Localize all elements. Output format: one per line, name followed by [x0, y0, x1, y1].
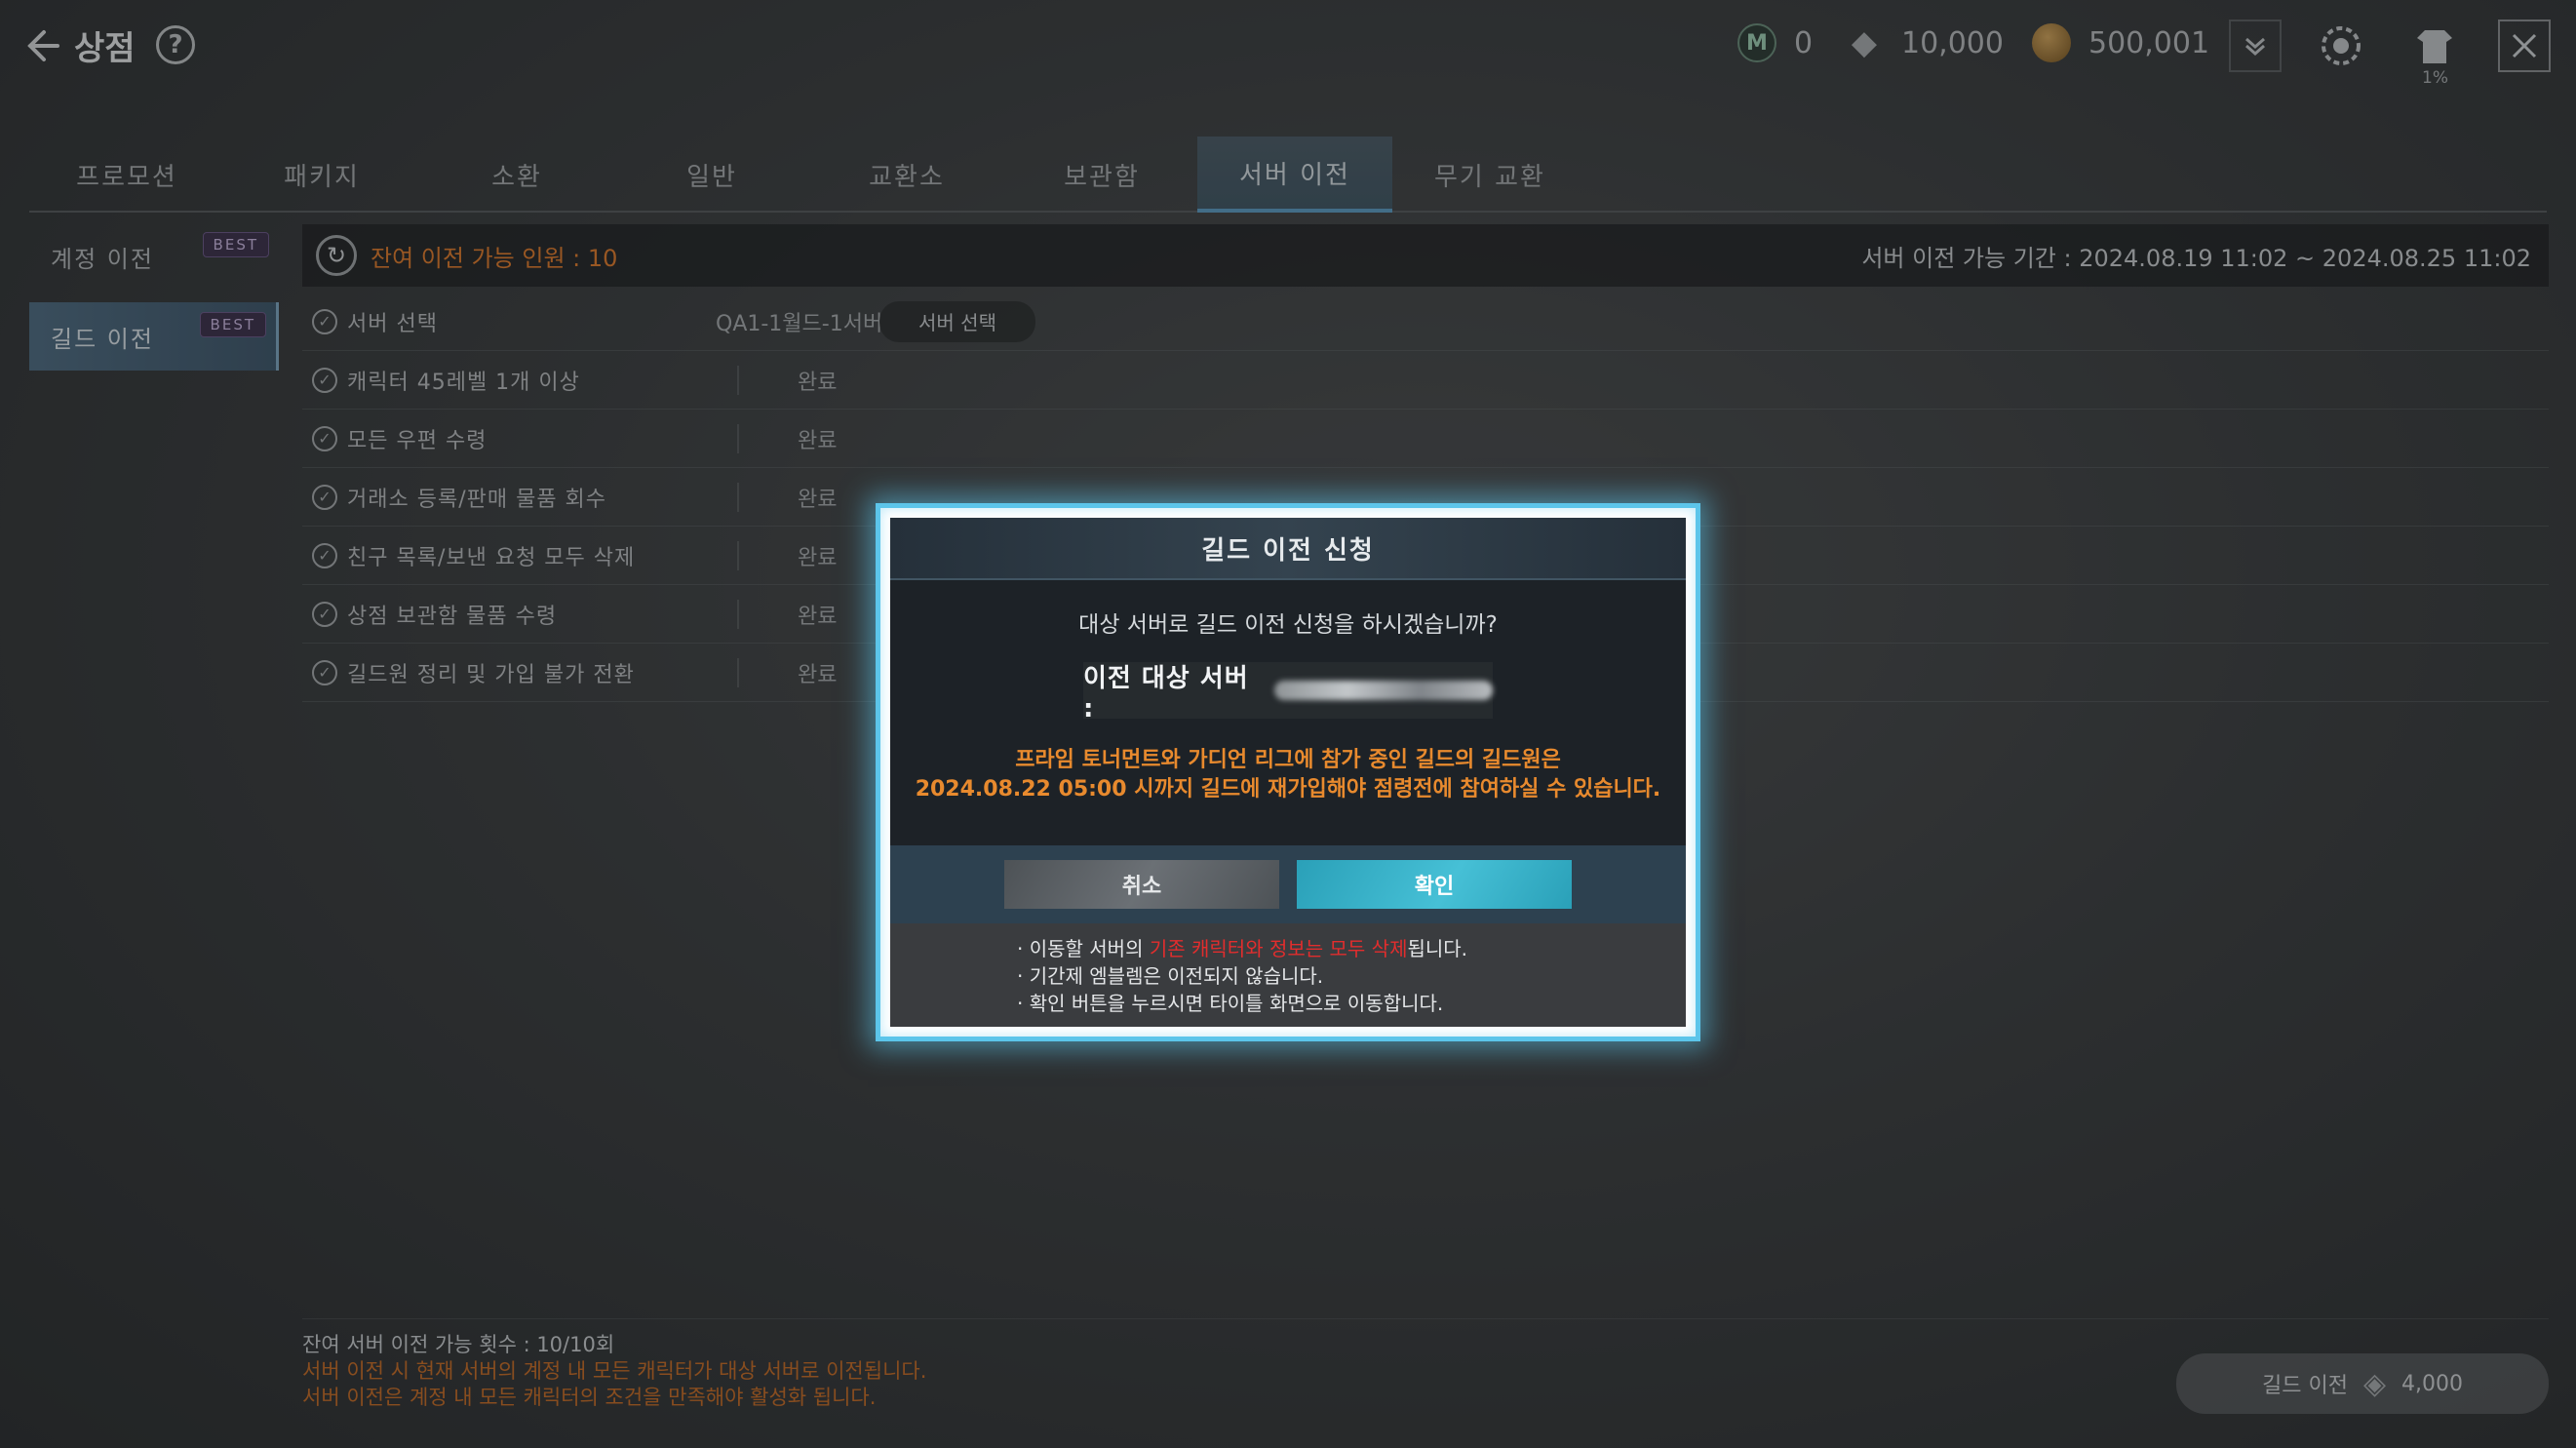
- cancel-button[interactable]: 취소: [1004, 860, 1279, 909]
- remaining-transfer-count: 잔여 서버 이전 가능 횟수 : 10/10회: [302, 1333, 615, 1356]
- requirement-label: 거래소 등록/판매 물품 회수: [347, 487, 607, 512]
- tab-summon[interactable]: 소환: [419, 137, 614, 213]
- currency-m-coin: M 0: [1737, 23, 1813, 62]
- costume-percent: 1%: [2422, 68, 2448, 88]
- best-badge: BEST: [202, 232, 269, 257]
- confirm-button[interactable]: 확인: [1297, 860, 1572, 909]
- best-badge: BEST: [199, 312, 266, 337]
- note-highlight: 기존 캐릭터와 정보는 모두 삭제: [1149, 937, 1408, 960]
- tab-exchange[interactable]: 교환소: [809, 137, 1004, 213]
- list-item: ✓ 모든 우편 수령 완료: [302, 410, 2549, 468]
- dialog-notes: · 이동할 서버의 기존 캐릭터와 정보는 모두 삭제됩니다. · 기간제 엠블…: [890, 923, 1686, 1027]
- tab-promotion[interactable]: 프로모션: [29, 137, 224, 213]
- currency-value: 10,000: [1901, 25, 2004, 60]
- back-arrow-icon[interactable]: [18, 20, 66, 72]
- dialog-warning: 프라임 토너먼트와 가디언 리그에 참가 중인 길드의 길드원은 2024.08…: [890, 746, 1686, 804]
- warning-line: 프라임 토너먼트와 가디언 리그에 참가 중인 길드의 길드원은: [1015, 748, 1561, 772]
- note-item: · 이동할 서버의 기존 캐릭터와 정보는 모두 삭제됩니다.: [890, 935, 1686, 962]
- divider: [302, 1318, 2549, 1319]
- check-circle-icon: ✓: [312, 601, 337, 627]
- guild-transfer-button[interactable]: 길드 이전 ◈ 4,000: [2176, 1353, 2549, 1414]
- requirement-label: 친구 목록/보낸 요청 모두 삭제: [347, 545, 636, 570]
- close-icon[interactable]: [2498, 20, 2551, 72]
- shop-tabs: 프로모션 패키지 소환 일반 교환소 보관함 서버 이전 무기 교환: [29, 137, 2547, 213]
- requirement-status: 완료: [798, 428, 838, 453]
- refresh-icon[interactable]: ↻: [316, 235, 357, 276]
- tab-general[interactable]: 일반: [614, 137, 809, 213]
- transfer-period: 서버 이전 가능 기간 : 2024.08.19 11:02 ~ 2024.08…: [1861, 244, 2531, 272]
- m-coin-icon: M: [1737, 23, 1776, 62]
- divider: [737, 599, 739, 629]
- sidebar-item-account-transfer[interactable]: 계정 이전 BEST: [29, 222, 279, 291]
- currency-diamond: ◆ 10,000: [1845, 23, 2004, 62]
- check-circle-icon: ✓: [312, 542, 337, 568]
- tab-weapon-exchange[interactable]: 무기 교환: [1392, 137, 1587, 213]
- divider: [737, 482, 739, 512]
- requirement-label: 상점 보관함 물품 수령: [347, 604, 558, 629]
- guild-transfer-price: 4,000: [2401, 1371, 2464, 1396]
- divider: [737, 423, 739, 453]
- note-item: · 기간제 엠블렘은 이전되지 않습니다.: [1017, 964, 1324, 988]
- currency-value: 0: [1794, 25, 1814, 60]
- page-title: 상점: [74, 29, 136, 68]
- note-item: · 확인 버튼을 누르시면 타이틀 화면으로 이동합니다.: [1017, 992, 1444, 1015]
- diamond-icon: ◆: [1851, 23, 1878, 62]
- divider: [737, 540, 739, 570]
- divider: [737, 365, 739, 395]
- warning-line: 2024.08.22 05:00 시까지 길드에 재가입해야 점령전에 참여하실…: [915, 777, 1661, 802]
- footer-info: 잔여 서버 이전 가능 횟수 : 10/10회 서버 이전 시 현재 서버의 계…: [302, 1332, 926, 1411]
- divider: [737, 657, 739, 687]
- sidebar-item-label: 길드 이전: [51, 325, 154, 353]
- hud-icon[interactable]: [2315, 20, 2367, 72]
- costume-icon[interactable]: [2408, 20, 2461, 72]
- requirement-label: 서버 선택: [347, 311, 438, 336]
- blurred-server-name: [1274, 681, 1493, 700]
- footer-warning: 서버 이전은 계정 내 모든 캐릭터의 조건을 만족해야 활성화 됩니다.: [302, 1386, 877, 1409]
- diamond-icon: ◈: [2362, 1366, 2387, 1401]
- target-server-box: 이전 대상 서버 :: [1083, 662, 1493, 724]
- note-text: 됩니다.: [1407, 937, 1468, 960]
- tab-package[interactable]: 패키지: [224, 137, 419, 213]
- check-circle-icon: ✓: [312, 425, 337, 451]
- sidebar: 계정 이전 BEST 길드 이전 BEST: [29, 222, 279, 382]
- expand-chevron-icon[interactable]: [2229, 20, 2282, 72]
- remaining-count: 잔여 이전 가능 인원 : 10: [371, 244, 618, 272]
- list-item: ✓ 서버 선택 QA1-1월드-1서버 서버 선택: [302, 293, 2549, 351]
- currency-gold: 500,001: [2032, 23, 2209, 62]
- target-server-label: 이전 대상 서버 :: [1083, 663, 1249, 724]
- sidebar-item-guild-transfer[interactable]: 길드 이전 BEST: [29, 302, 279, 371]
- dialog-question: 대상 서버로 길드 이전 신청을 하시겠습니까?: [1078, 612, 1498, 638]
- help-icon[interactable]: ?: [156, 25, 195, 64]
- status-bar: ↻ 잔여 이전 가능 인원 : 10 서버 이전 가능 기간 : 2024.08…: [302, 224, 2549, 287]
- requirement-label: 모든 우편 수령: [347, 428, 488, 453]
- sidebar-item-label: 계정 이전: [51, 245, 154, 273]
- currency-value: 500,001: [2088, 25, 2210, 60]
- footer-warning: 서버 이전 시 현재 서버의 계정 내 모든 캐릭터가 대상 서버로 이전됩니다…: [302, 1359, 927, 1383]
- check-circle-icon: ✓: [312, 484, 337, 510]
- guild-transfer-label: 길드 이전: [2261, 1374, 2348, 1398]
- gold-coin-icon: [2032, 23, 2071, 62]
- check-circle-icon: ✓: [312, 659, 337, 685]
- dialog-title: 길드 이전 신청: [890, 518, 1686, 580]
- guild-transfer-dialog: 길드 이전 신청 대상 서버로 길드 이전 신청을 하시겠습니까? 이전 대상 …: [876, 503, 1700, 1041]
- list-item: ✓ 캐릭터 45레벨 1개 이상 완료: [302, 351, 2549, 410]
- tab-storage[interactable]: 보관함: [1004, 137, 1199, 213]
- requirement-status: 완료: [798, 370, 838, 395]
- note-text: · 이동할 서버의: [1017, 937, 1150, 960]
- top-bar: 상점 ? M 0 ◆ 10,000 500,001 1%: [0, 0, 2576, 94]
- dialog-body: 길드 이전 신청 대상 서버로 길드 이전 신청을 하시겠습니까? 이전 대상 …: [890, 518, 1686, 1027]
- check-circle-icon: ✓: [312, 308, 337, 334]
- requirement-label: 캐릭터 45레벨 1개 이상: [347, 370, 580, 395]
- requirement-label: 길드원 정리 및 가입 불가 전환: [347, 662, 635, 687]
- selected-server: QA1-1월드-1서버: [716, 311, 883, 336]
- dialog-buttons: 취소 확인: [890, 845, 1686, 923]
- server-select-button[interactable]: 서버 선택: [879, 300, 1035, 342]
- tab-server-transfer[interactable]: 서버 이전: [1197, 137, 1392, 213]
- check-circle-icon: ✓: [312, 367, 337, 393]
